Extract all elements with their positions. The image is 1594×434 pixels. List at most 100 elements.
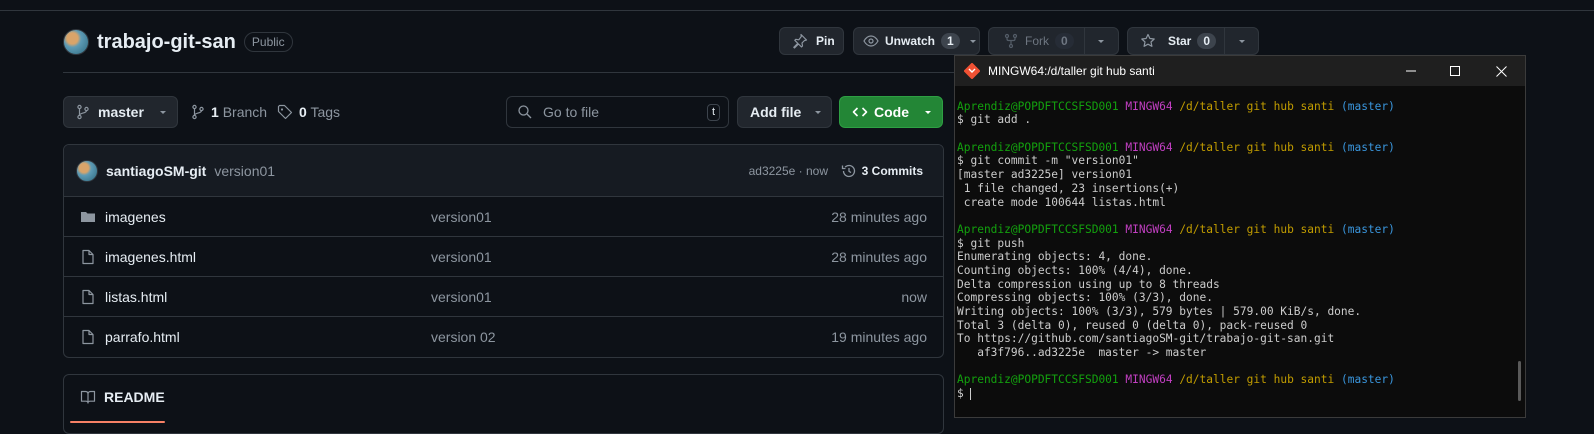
- prompt-user: Aprendiz@POPDFTCCSFSD001: [957, 99, 1119, 113]
- branch-name: master: [98, 104, 144, 120]
- code-label: Code: [874, 104, 909, 120]
- terminal-line: af3f796..ad3225e master -> master: [957, 346, 1207, 360]
- branch-icon: [191, 104, 205, 120]
- owner-avatar[interactable]: [63, 29, 89, 55]
- repo-name[interactable]: trabajo-git-san: [97, 31, 236, 54]
- code-button[interactable]: Code: [839, 96, 943, 128]
- repo-header: trabajo-git-san Public: [63, 29, 293, 55]
- readme-panel: README: [63, 374, 944, 434]
- tag-icon: [277, 104, 293, 120]
- terminal-line: Delta compression using up to 8 threads: [957, 277, 1220, 291]
- file-time: now: [901, 288, 927, 305]
- file-time: 28 minutes ago: [831, 208, 927, 225]
- terminal-window: MINGW64:/d/taller git hub santi Aprendiz…: [954, 55, 1526, 418]
- prompt-user: Aprendiz@POPDFTCCSFSD001: [957, 222, 1119, 236]
- terminal-output[interactable]: Aprendiz@POPDFTCCSFSD001 MINGW64 /d/tall…: [955, 86, 1515, 417]
- fork-button[interactable]: Fork 0: [989, 33, 1084, 49]
- terminal-title: MINGW64:/d/taller git hub santi: [988, 64, 1155, 78]
- branch-label: Branch: [222, 104, 268, 120]
- search-icon: [517, 104, 533, 120]
- readme-label: README: [104, 389, 165, 405]
- branch-selector[interactable]: master: [63, 96, 178, 128]
- terminal-line: [master ad3225e] version01: [957, 168, 1133, 182]
- tags-link[interactable]: 0 Tags: [277, 104, 340, 120]
- prompt-path: /d/taller git hub santi: [1179, 222, 1335, 236]
- latest-commit-bar: santiagoSM-git version01 ad3225e · now 3…: [64, 145, 943, 197]
- file-commit-message[interactable]: version01: [431, 289, 492, 305]
- terminal-prompt-line: Aprendiz@POPDFTCCSFSD001 MINGW64 /d/tall…: [957, 141, 1515, 155]
- tags-count: 0: [299, 104, 307, 120]
- star-button-group: Star 0: [1127, 27, 1259, 55]
- fork-label: Fork: [1025, 34, 1049, 48]
- active-tab-underline: [70, 421, 165, 423]
- star-label: Star: [1168, 34, 1192, 48]
- book-icon: [80, 389, 96, 405]
- visibility-badge: Public: [243, 32, 293, 52]
- star-dropdown[interactable]: [1224, 28, 1258, 54]
- commit-hash-time[interactable]: ad3225e · now: [749, 164, 828, 178]
- terminal-line: To https://github.com/santiagoSM-git/tra…: [957, 332, 1335, 346]
- unwatch-label: Unwatch: [885, 34, 936, 48]
- prompt-mingw: MINGW64: [1125, 373, 1173, 387]
- prompt-branch: (master): [1340, 99, 1395, 113]
- eye-icon: [863, 33, 879, 49]
- file-commit-message[interactable]: version01: [431, 249, 492, 265]
- prompt-mingw: MINGW64: [1125, 140, 1173, 154]
- add-file-button[interactable]: Add file: [737, 96, 832, 128]
- terminal-line: Total 3 (delta 0), reused 0 (delta 0), p…: [957, 318, 1308, 332]
- pin-label: Pin: [816, 34, 835, 48]
- file-commit-message[interactable]: version01: [431, 209, 492, 225]
- commits-link[interactable]: 3 Commits: [841, 163, 923, 179]
- fork-dropdown[interactable]: [1083, 28, 1118, 54]
- file-name[interactable]: imagenes: [105, 209, 166, 225]
- terminal-line: $: [957, 387, 972, 401]
- top-divider: [0, 10, 1594, 11]
- fork-icon: [1003, 33, 1019, 49]
- file-name[interactable]: imagenes.html: [105, 249, 196, 265]
- terminal-prompt-line: Aprendiz@POPDFTCCSFSD001 MINGW64 /d/tall…: [957, 373, 1515, 387]
- chevron-down-icon[interactable]: [968, 36, 978, 46]
- star-icon: [1140, 33, 1156, 49]
- close-icon: [1495, 65, 1507, 77]
- terminal-line: Enumerating objects: 4, done.: [957, 250, 1153, 264]
- prompt-branch: (master): [1340, 140, 1395, 154]
- commits-count: 3 Commits: [861, 163, 923, 178]
- prompt-user: Aprendiz@POPDFTCCSFSD001: [957, 140, 1119, 154]
- readme-tab[interactable]: README: [80, 389, 165, 405]
- commit-message[interactable]: version01: [214, 163, 275, 179]
- prompt-path: /d/taller git hub santi: [1179, 140, 1335, 154]
- prompt-path: /d/taller git hub santi: [1179, 373, 1335, 387]
- pin-button[interactable]: Pin: [779, 27, 844, 55]
- chevron-down-icon: [1096, 36, 1106, 46]
- file-row[interactable]: listas.html version01 now: [64, 277, 943, 317]
- search-input[interactable]: [541, 103, 695, 121]
- file-row[interactable]: parrafo.html version 02 19 minutes ago: [64, 317, 943, 357]
- commit-author[interactable]: santiagoSM-git: [106, 163, 206, 179]
- folder-icon: [80, 209, 96, 225]
- prompt-mingw: MINGW64: [1125, 222, 1173, 236]
- terminal-cursor: [970, 388, 972, 401]
- file-commit-message[interactable]: version 02: [431, 329, 496, 345]
- star-count: 0: [1197, 33, 1217, 49]
- branches-link[interactable]: 1 Branch: [191, 104, 267, 120]
- minimize-button[interactable]: [1389, 56, 1433, 86]
- terminal-titlebar[interactable]: MINGW64:/d/taller git hub santi: [955, 56, 1525, 86]
- file-name[interactable]: parrafo.html: [105, 329, 180, 345]
- author-avatar[interactable]: [76, 159, 98, 182]
- pin-icon: [792, 33, 808, 49]
- git-bash-icon: [964, 63, 980, 79]
- prompt-path: /d/taller git hub santi: [1179, 99, 1335, 113]
- terminal-line: $ git commit -m "version01": [957, 154, 1139, 168]
- terminal-scrollbar[interactable]: [1518, 361, 1521, 401]
- tags-label: Tags: [310, 104, 341, 120]
- unwatch-button[interactable]: Unwatch 1: [853, 27, 980, 55]
- file-time: 28 minutes ago: [831, 248, 927, 265]
- maximize-button[interactable]: [1433, 56, 1477, 86]
- file-name[interactable]: listas.html: [105, 289, 167, 305]
- file-row[interactable]: imagenes.html version01 28 minutes ago: [64, 237, 943, 277]
- file-row[interactable]: imagenes version01 28 minutes ago: [64, 197, 943, 237]
- close-button[interactable]: [1479, 56, 1523, 86]
- star-button[interactable]: Star 0: [1128, 33, 1224, 49]
- maximize-icon: [1450, 66, 1460, 76]
